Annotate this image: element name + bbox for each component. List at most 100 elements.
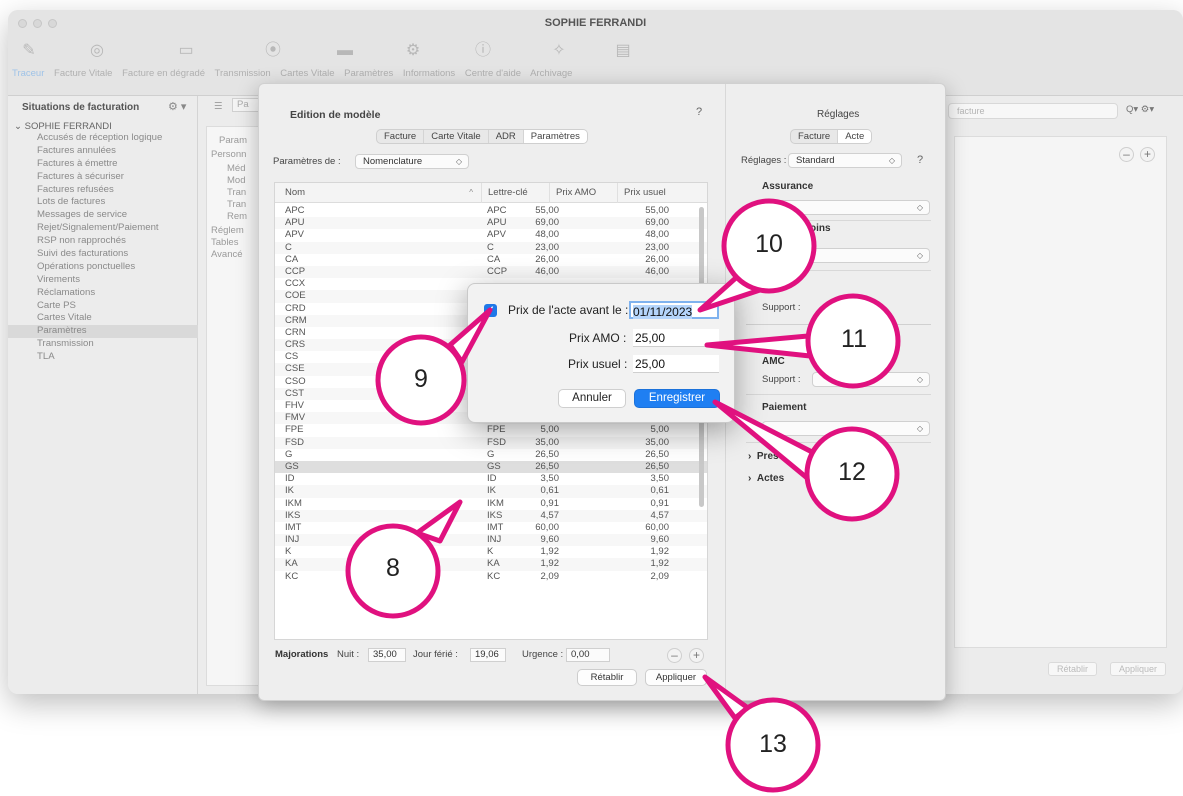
tree-item[interactable]: Méd [227, 163, 245, 174]
tab-transmission[interactable]: Transmission [215, 68, 271, 79]
transmission-icon[interactable]: ⦿ [262, 40, 284, 62]
ferie-field[interactable]: 19,06 [470, 648, 506, 662]
sidebar-root[interactable]: ⌄ SOPHIE FERRANDI [14, 121, 112, 132]
tree-item[interactable]: Avancé [211, 249, 243, 260]
tree-item[interactable]: Rem [227, 211, 247, 222]
help-center-icon[interactable]: ✧ [548, 40, 570, 62]
tab-archivage[interactable]: Archivage [530, 68, 572, 79]
info-icon[interactable]: ⓘ [472, 40, 494, 62]
tab-cartes-vitale[interactable]: Cartes Vitale [280, 68, 334, 79]
retablir-button[interactable]: Rétablir [577, 669, 637, 686]
right-appliquer-button[interactable]: Appliquer [1110, 662, 1167, 676]
tree-item[interactable]: Tran [227, 199, 246, 210]
card-icon[interactable]: ▬ [334, 40, 356, 62]
table-row[interactable]: APV APV 48,00 48,00 [275, 229, 707, 241]
table-row[interactable]: APC APC 55,00 55,00 [275, 205, 707, 217]
globe-icon[interactable]: ◎ [86, 40, 108, 62]
add-button[interactable]: + [1140, 147, 1155, 162]
paiement-select[interactable]: ◇ [762, 421, 930, 436]
document-icon[interactable]: ▭ [175, 40, 197, 62]
tree-item[interactable]: Tables [211, 237, 238, 248]
tab-carte-vitale[interactable]: Carte Vitale [424, 130, 489, 143]
reglages-select[interactable]: Standard ◇ [788, 153, 902, 168]
sidebar-item[interactable]: Factures refusées [8, 184, 198, 197]
gear-icon[interactable]: ⚙ ▾ [168, 100, 186, 113]
table-row[interactable]: IKS IKS 4,57 4,57 [275, 509, 707, 522]
sidebar-item[interactable]: Factures à émettre [8, 158, 198, 171]
list-icon[interactable]: ☰ [214, 101, 223, 112]
tab-facture-vitale[interactable]: Facture Vitale [54, 68, 112, 79]
table-row[interactable]: IMT IMT 60,00 60,00 [275, 522, 707, 534]
table-row[interactable]: KA KA 1,92 1,92 [275, 558, 707, 571]
cancel-button[interactable]: Annuler [558, 389, 626, 408]
tree-item[interactable]: Réglem [211, 225, 244, 236]
tab-centre-aide[interactable]: Centre d'aide [465, 68, 521, 79]
search-input[interactable]: facture [948, 103, 1118, 119]
traceur-icon[interactable]: ✎ [18, 40, 40, 62]
assurance-select[interactable]: ◇ [762, 200, 930, 215]
table-row[interactable]: INJ INJ 9,60 9,60 [275, 534, 707, 547]
help-icon[interactable]: ? [691, 104, 707, 120]
support-select[interactable]: ◇ [812, 372, 930, 387]
tree-item[interactable]: Param [219, 135, 247, 146]
sidebar-item[interactable]: Accusés de réception logique [8, 132, 198, 145]
table-row[interactable]: FPE FPE 5,00 5,00 [275, 424, 707, 436]
sidebar-item[interactable]: TLA [8, 351, 198, 364]
middle-top-field[interactable]: Pa [232, 98, 260, 112]
settings-icon[interactable]: ⚙ [402, 40, 424, 62]
table-row[interactable]: C C 23,00 23,00 [275, 241, 707, 254]
appliquer-button[interactable]: Appliquer [645, 669, 707, 686]
save-button[interactable]: Enregistrer [634, 389, 720, 408]
tab-adr[interactable]: ADR [489, 130, 524, 143]
tab-facture-degrade[interactable]: Facture en dégradé [122, 68, 205, 79]
sidebar-item[interactable]: Transmission [8, 338, 198, 351]
sidebar-item[interactable]: Paramètres [8, 325, 198, 339]
col-prix-amo[interactable]: Prix AMO [549, 183, 617, 203]
tab-parametres-sheet[interactable]: Paramètres [523, 130, 587, 143]
table-row[interactable]: K K 1,92 1,92 [275, 546, 707, 558]
col-prix-usuel[interactable]: Prix usuel [617, 183, 707, 203]
remove-majoration-button[interactable]: – [667, 648, 682, 663]
price-before-checkbox[interactable]: ✓ [484, 304, 497, 317]
sidebar-item[interactable]: Factures annulées [8, 145, 198, 158]
sidebar-item[interactable]: Carte PS [8, 300, 198, 313]
table-row[interactable]: GS GS 26,50 26,50 [275, 460, 707, 474]
sidebar-item[interactable]: Cartes Vitale [8, 312, 198, 325]
table-row[interactable]: IK IK 0,61 0,61 [275, 485, 707, 498]
tree-item[interactable]: Mod [227, 175, 245, 186]
reglages-help-icon[interactable]: ? [912, 152, 928, 168]
tree-item[interactable]: Personn [211, 149, 246, 160]
col-lettre[interactable]: Lettre-clé [481, 183, 549, 203]
sidebar-item[interactable]: Opérations ponctuelles [8, 261, 198, 274]
right-retablir-button[interactable]: Rétablir [1048, 662, 1098, 676]
sidebar-item[interactable]: Virements [8, 274, 198, 287]
date-field[interactable]: 01/11/2023 [629, 301, 719, 319]
tab-parametres[interactable]: Paramètres [344, 68, 393, 79]
sidebar-item[interactable]: Suivi des facturations [8, 248, 198, 261]
table-row[interactable]: CA CA 26,00 26,00 [275, 254, 707, 266]
sidebar-item[interactable]: Messages de service [8, 209, 198, 222]
sidebar-item[interactable]: Rejet/Signalement/Paiement [8, 222, 198, 235]
usuel-field[interactable]: 25,00 [633, 355, 719, 373]
archive-icon[interactable]: ▤ [612, 40, 634, 62]
search-menu-icon[interactable]: Q▾ ⚙▾ [1126, 104, 1154, 115]
table-row[interactable]: KC KC 2,09 2,09 [275, 571, 707, 583]
params-select[interactable]: Nomenclature ◇ [355, 154, 469, 169]
col-nom[interactable]: Nom ^ [275, 183, 481, 203]
remove-button[interactable]: – [1119, 147, 1134, 162]
sidebar-item[interactable]: Factures à sécuriser [8, 171, 198, 184]
add-majoration-button[interactable]: + [689, 648, 704, 663]
sidebar-item[interactable]: Lots de factures [8, 196, 198, 209]
tab-informations[interactable]: Informations [403, 68, 455, 79]
actes-section[interactable]: › Actes [748, 473, 784, 484]
sidebar-item[interactable]: RSP non rapprochés [8, 235, 198, 248]
table-row[interactable]: ID ID 3,50 3,50 [275, 473, 707, 485]
table-row[interactable]: CCP CCP 46,00 46,00 [275, 265, 707, 279]
tree-item[interactable]: Tran [227, 187, 246, 198]
tab-facture[interactable]: Facture [377, 130, 425, 143]
table-row[interactable]: FSD FSD 35,00 35,00 [275, 436, 707, 449]
table-row[interactable]: IKM IKM 0,91 0,91 [275, 498, 707, 510]
nuit-field[interactable]: 35,00 [368, 648, 406, 662]
table-row[interactable]: APU APU 69,00 69,00 [275, 217, 707, 230]
table-row[interactable]: G G 26,50 26,50 [275, 449, 707, 461]
